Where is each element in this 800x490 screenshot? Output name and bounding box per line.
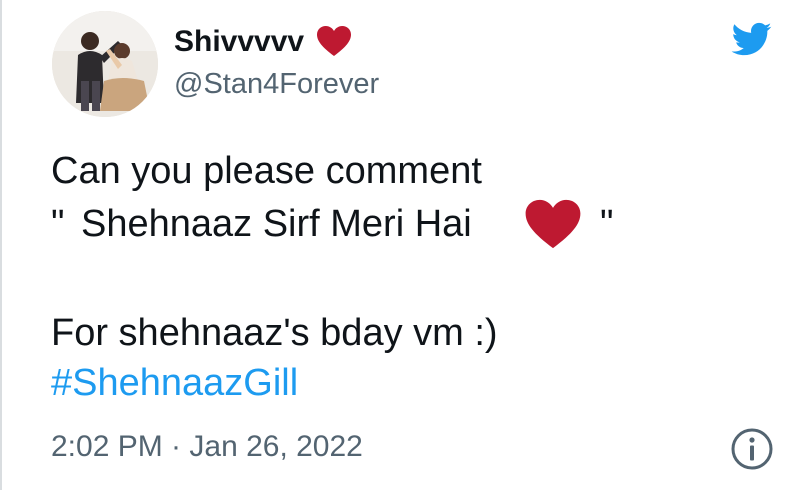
twitter-bird-icon[interactable] [725,18,777,60]
tweet-text-line: Can you please comment [51,150,482,192]
avatar[interactable] [52,11,158,117]
close-quote: " [600,203,614,245]
tweet-card: Shivvvvv @Stan4Forever Can you please co… [0,0,800,490]
open-quote: " [51,203,65,245]
avatar-photo [52,11,158,117]
tweet-text-line: For shehnaaz's bday vm :) [51,312,498,354]
hashtag-link[interactable]: #ShehnaazGill [51,364,298,402]
tweet-text-line: Shehnaaz Sirf Meri Hai [81,203,472,245]
heart-icon [525,199,581,249]
display-name[interactable]: Shivvvvv [174,25,304,59]
heart-icon [317,26,351,56]
info-icon[interactable] [730,427,774,471]
user-handle[interactable]: @Stan4Forever [174,68,379,101]
tweet-timestamp[interactable]: 2:02 PM · Jan 26, 2022 [51,430,363,464]
